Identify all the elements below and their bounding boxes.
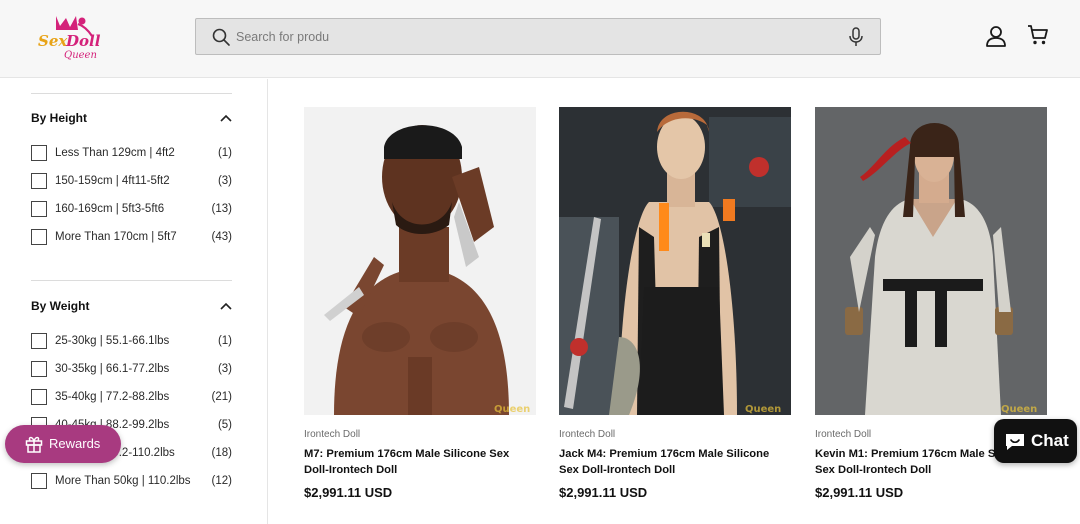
microphone-icon[interactable] <box>848 27 864 47</box>
search-icon <box>212 28 230 46</box>
chat-bubble-icon <box>1006 434 1024 450</box>
product-image[interactable]: Queen <box>559 107 791 415</box>
divider <box>31 280 232 281</box>
product-price: $2,991.11 USD <box>815 485 904 500</box>
filter-option-label: 35-40kg | 77.2-88.2lbs <box>55 391 170 403</box>
filter-option-label: 160-169cm | 5ft3-5ft6 <box>55 203 165 215</box>
chevron-up-icon[interactable] <box>220 113 232 123</box>
filter-option[interactable]: 150-159cm | 4ft11-5ft2 (3) <box>31 173 232 191</box>
site-header: Sex Doll Queen <box>0 0 1080 78</box>
checkbox[interactable] <box>31 173 47 189</box>
filter-header-weight[interactable]: By Weight <box>31 297 232 317</box>
filter-option-count: (18) <box>211 447 232 459</box>
search-bar[interactable] <box>195 18 881 55</box>
cart-icon[interactable] <box>1027 24 1049 46</box>
filter-option-count: (1) <box>217 335 232 347</box>
filter-option-count: (3) <box>217 363 232 375</box>
filter-option[interactable]: Less Than 129cm | 4ft2 (1) <box>31 145 232 163</box>
filter-option-count: (43) <box>211 231 232 243</box>
filter-option-label: 150-159cm | 4ft11-5ft2 <box>55 175 170 187</box>
product-title[interactable]: M7: Premium 176cm Male Silicone Sex Doll… <box>304 446 536 478</box>
filter-option[interactable]: More Than 50kg | 110.2lbs (12) <box>31 473 232 491</box>
filter-title: By Weight <box>31 299 90 313</box>
product-vendor: Irontech Doll <box>815 429 872 440</box>
product-vendor: Irontech Doll <box>304 429 361 440</box>
filter-header-height[interactable]: By Height <box>31 109 232 129</box>
rewards-button[interactable]: Rewards <box>5 425 121 463</box>
chevron-up-icon[interactable] <box>220 301 232 311</box>
product-price: $2,991.11 USD <box>559 485 648 500</box>
filter-option-count: (13) <box>211 203 232 215</box>
checkbox[interactable] <box>31 333 47 349</box>
filter-option-label: More Than 50kg | 110.2lbs <box>55 475 191 487</box>
svg-text:Queen: Queen <box>64 50 97 61</box>
svg-text:Sex: Sex <box>38 32 68 50</box>
filter-option-label: Less Than 129cm | 4ft2 <box>55 147 175 159</box>
svg-text:Doll: Doll <box>65 32 101 50</box>
chat-button[interactable]: Chat <box>994 419 1077 463</box>
store-logo[interactable]: Sex Doll Queen <box>34 12 104 62</box>
filter-option-count: (3) <box>217 175 232 187</box>
filter-option[interactable]: 35-40kg | 77.2-88.2lbs (21) <box>31 389 232 407</box>
gift-icon <box>25 436 43 453</box>
checkbox[interactable] <box>31 229 47 245</box>
checkbox[interactable] <box>31 145 47 161</box>
filter-option-count: (21) <box>211 391 232 403</box>
rewards-label: Rewards <box>49 436 101 451</box>
chat-label: Chat <box>1031 431 1069 450</box>
product-image[interactable]: Queen <box>304 107 536 415</box>
filter-option-label: 25-30kg | 55.1-66.1lbs <box>55 335 170 347</box>
product-title[interactable]: Jack M4: Premium 176cm Male Silicone Sex… <box>559 446 791 478</box>
product-vendor: Irontech Doll <box>559 429 616 440</box>
filter-option[interactable]: 30-35kg | 66.1-77.2lbs (3) <box>31 361 232 379</box>
filter-option-label: 30-35kg | 66.1-77.2lbs <box>55 363 170 375</box>
checkbox[interactable] <box>31 473 47 489</box>
svg-text:Queen: Queen <box>1001 404 1037 415</box>
checkbox[interactable] <box>31 201 47 217</box>
filter-option-count: (1) <box>217 147 232 159</box>
divider <box>31 93 232 94</box>
checkbox[interactable] <box>31 389 47 405</box>
search-input[interactable] <box>236 25 836 49</box>
filter-option[interactable]: More Than 170cm | 5ft7 (43) <box>31 229 232 247</box>
filter-option-count: (5) <box>217 419 232 431</box>
product-price: $2,991.11 USD <box>304 485 393 500</box>
svg-text:Queen: Queen <box>494 404 530 415</box>
checkbox[interactable] <box>31 361 47 377</box>
product-image[interactable]: Queen <box>815 107 1047 415</box>
filter-option-count: (12) <box>211 475 232 487</box>
filter-option[interactable]: 25-30kg | 55.1-66.1lbs (1) <box>31 333 232 351</box>
account-icon[interactable] <box>984 24 1008 48</box>
svg-text:Queen: Queen <box>745 404 781 415</box>
filter-option-label: More Than 170cm | 5ft7 <box>55 231 177 243</box>
filter-option[interactable]: 160-169cm | 5ft3-5ft6 (13) <box>31 201 232 219</box>
filter-title: By Height <box>31 111 88 125</box>
